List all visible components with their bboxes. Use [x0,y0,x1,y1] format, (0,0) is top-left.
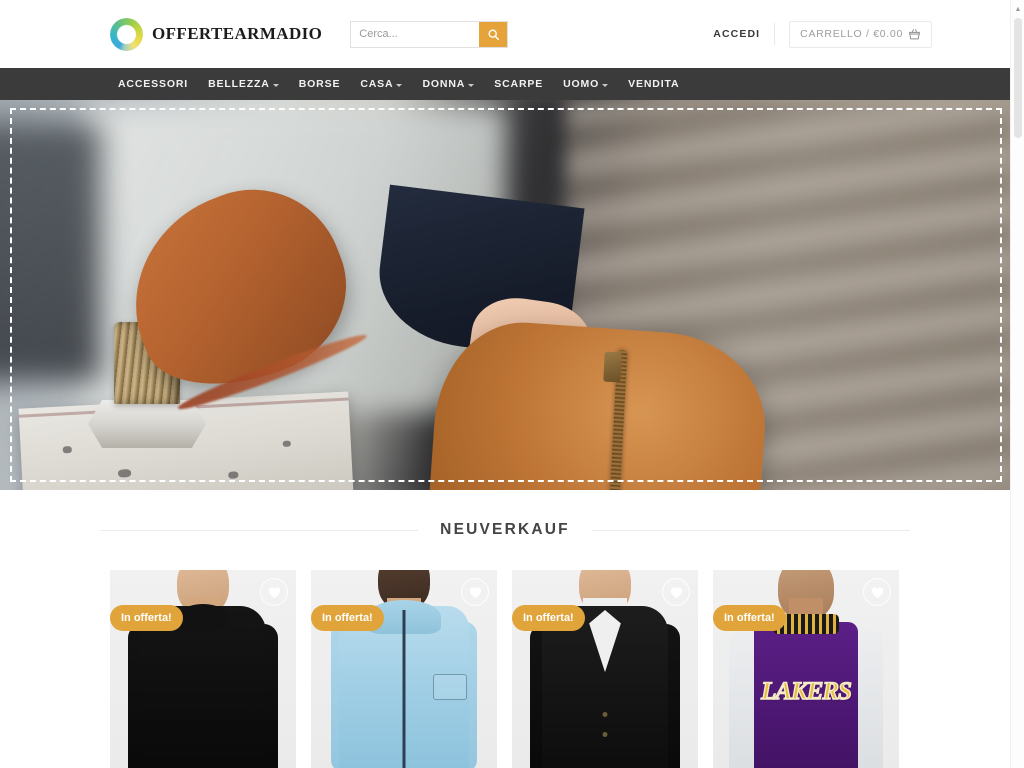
scrollbar-thumb[interactable] [1014,18,1022,138]
nav-label: SCARPE [494,78,544,90]
site-header: OFFERTEARMADIO ACCEDI CARRELLO / €0.00 [0,0,1010,68]
cart-button[interactable]: CARRELLO / €0.00 [789,20,932,48]
nav-label: DONNA [422,78,466,90]
chevron-down-icon [468,83,475,87]
product-graphic-text: LAKERS [760,677,852,705]
site-logo[interactable]: OFFERTEARMADIO [110,17,323,51]
heart-icon [469,587,481,599]
search-icon [488,28,499,40]
header-divider [774,23,776,45]
search-submit-button[interactable] [479,21,508,47]
nav-label: VENDITA [628,78,680,90]
heart-icon [670,587,682,599]
chevron-down-icon [272,83,279,87]
nav-label: BELLEZZA [208,78,270,90]
brand-name: OFFERTEARMADIO [152,24,323,43]
gradient-ring-logo-icon [110,17,143,51]
sale-badge: In offerta! [311,605,384,631]
nav-label: CASA [360,78,394,90]
nav-item-uomo[interactable]: UOMO [553,68,618,100]
nav-item-bellezza[interactable]: BELLEZZA [198,68,289,100]
section-heading: NEUVERKAUF [0,490,1010,570]
nav-item-casa[interactable]: CASA [350,68,412,100]
nav-item-vendita[interactable]: VENDITA [618,68,689,100]
hero-banner[interactable] [0,100,1010,490]
wishlist-button[interactable] [461,578,489,606]
search-input[interactable] [351,21,480,47]
chevron-down-icon [602,83,609,87]
wishlist-button[interactable] [863,578,891,606]
cart-label: CARRELLO / €0.00 [800,28,903,40]
nav-list: ACCESSORI BELLEZZA BORSE CASA DONNA SCAR… [108,68,689,100]
product-card[interactable]: In offerta! [512,570,698,768]
hero-image [0,100,1010,490]
nav-label: UOMO [563,78,600,90]
chevron-up-icon[interactable]: ▲ [1011,2,1024,16]
sale-badge: In offerta! [713,605,786,631]
login-link[interactable]: ACCEDI [713,28,760,40]
sale-badge: In offerta! [512,605,585,631]
chevron-down-icon [396,83,403,87]
nav-item-accessori[interactable]: ACCESSORI [108,68,198,100]
product-card[interactable]: In offerta! [110,570,296,768]
nav-item-borse[interactable]: BORSE [289,68,351,100]
nav-item-scarpe[interactable]: SCARPE [484,68,553,100]
wishlist-button[interactable] [662,578,690,606]
vertical-scrollbar[interactable]: ▲ [1010,0,1024,768]
heart-icon [268,587,280,599]
page-title: NEUVERKAUF [418,521,592,539]
nav-label: ACCESSORI [118,78,189,90]
section-divider-right [570,530,910,531]
product-card[interactable]: LAKERS In offerta! [713,570,899,768]
product-grid: In offerta! In offerta! In offerta! LAKE… [0,570,1010,768]
wishlist-button[interactable] [260,578,288,606]
page-root: OFFERTEARMADIO ACCEDI CARRELLO / €0.00 [0,0,1024,768]
nav-label: BORSE [298,78,341,90]
search-form[interactable] [350,20,509,48]
heart-icon [871,587,883,599]
header-actions: ACCEDI CARRELLO / €0.00 [713,20,932,48]
nav-item-donna[interactable]: DONNA [412,68,484,100]
shopping-basket-icon [909,28,920,39]
main-navigation: ACCESSORI BELLEZZA BORSE CASA DONNA SCAR… [0,68,1010,100]
section-divider-left [100,530,440,531]
product-card[interactable]: In offerta! [311,570,497,768]
sale-badge: In offerta! [110,605,183,631]
